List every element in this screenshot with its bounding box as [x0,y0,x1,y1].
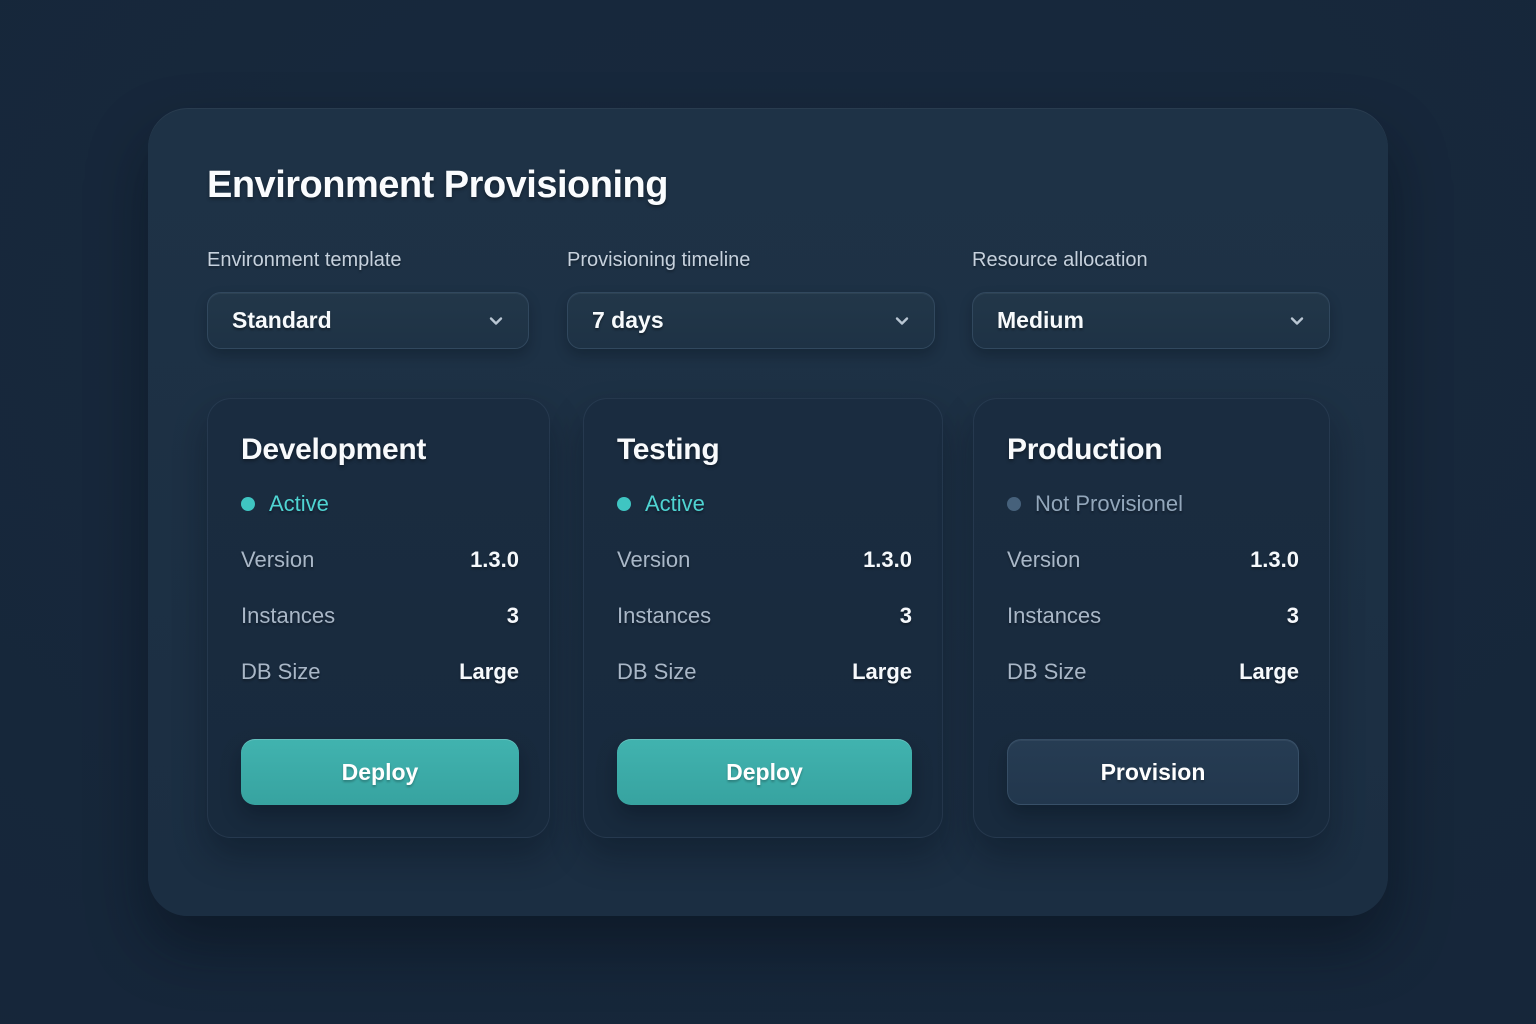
detail-value: Large [1239,659,1299,685]
detail-label: Instances [1007,603,1101,629]
deploy-button[interactable]: Deploy [617,739,912,805]
detail-value: 3 [900,603,912,629]
chevron-down-icon [892,311,912,331]
detail-value: 3 [1287,603,1299,629]
provisioning-timeline-value: 7 days [592,307,664,334]
card-title: Development [241,433,519,467]
environment-template-value: Standard [232,307,332,334]
status-badge: Active [241,491,519,517]
detail-value: 1.3.0 [1250,547,1299,573]
status-dot-icon [1007,497,1021,511]
field-provisioning-timeline: Provisioning timeline 7 days [567,248,935,349]
resource-allocation-label: Resource allocation [972,248,1330,272]
detail-rows: Version 1.3.0 Instances 3 DB Size Large [241,547,519,715]
status-badge: Active [617,491,912,517]
detail-label: Instances [617,603,711,629]
detail-label: DB Size [617,659,696,685]
detail-value: Large [459,659,519,685]
detail-label: Instances [241,603,335,629]
card-development: Development Active Version 1.3.0 Instanc… [207,398,550,838]
provisioning-timeline-label: Provisioning timeline [567,248,935,272]
detail-value: 1.3.0 [863,547,912,573]
chevron-down-icon [486,311,506,331]
page-background: Environment Provisioning Environment tem… [0,0,1536,1024]
card-testing: Testing Active Version 1.3.0 Instances 3… [583,398,943,838]
deploy-button[interactable]: Deploy [241,739,519,805]
detail-value: 3 [507,603,519,629]
card-title: Production [1007,433,1299,467]
status-label: Active [645,491,705,517]
resource-allocation-select[interactable]: Medium [972,292,1330,349]
environment-template-select[interactable]: Standard [207,292,529,349]
detail-label: DB Size [241,659,320,685]
environment-template-label: Environment template [207,248,529,272]
detail-label: DB Size [1007,659,1086,685]
provisioning-timeline-select[interactable]: 7 days [567,292,935,349]
card-production: Production Not Provisionel Version 1.3.0… [973,398,1330,838]
detail-row-instances: Instances 3 [1007,603,1299,629]
card-title: Testing [617,433,912,467]
provision-button[interactable]: Provision [1007,739,1299,805]
status-label: Active [269,491,329,517]
detail-row-db-size: DB Size Large [1007,659,1299,685]
status-dot-icon [241,497,255,511]
detail-row-version: Version 1.3.0 [617,547,912,573]
detail-row-version: Version 1.3.0 [241,547,519,573]
field-environment-template: Environment template Standard [207,248,529,349]
detail-row-instances: Instances 3 [241,603,519,629]
resource-allocation-value: Medium [997,307,1084,334]
detail-value: 1.3.0 [470,547,519,573]
provisioning-panel: Environment Provisioning Environment tem… [148,108,1388,916]
detail-label: Version [1007,547,1080,573]
detail-row-db-size: DB Size Large [617,659,912,685]
status-label: Not Provisionel [1035,491,1183,517]
detail-row-db-size: DB Size Large [241,659,519,685]
detail-label: Version [241,547,314,573]
chevron-down-icon [1287,311,1307,331]
detail-value: Large [852,659,912,685]
detail-rows: Version 1.3.0 Instances 3 DB Size Large [1007,547,1299,715]
page-title: Environment Provisioning [207,164,668,207]
detail-label: Version [617,547,690,573]
status-dot-icon [617,497,631,511]
detail-row-instances: Instances 3 [617,603,912,629]
status-badge: Not Provisionel [1007,491,1299,517]
detail-rows: Version 1.3.0 Instances 3 DB Size Large [617,547,912,715]
field-resource-allocation: Resource allocation Medium [972,248,1330,349]
detail-row-version: Version 1.3.0 [1007,547,1299,573]
